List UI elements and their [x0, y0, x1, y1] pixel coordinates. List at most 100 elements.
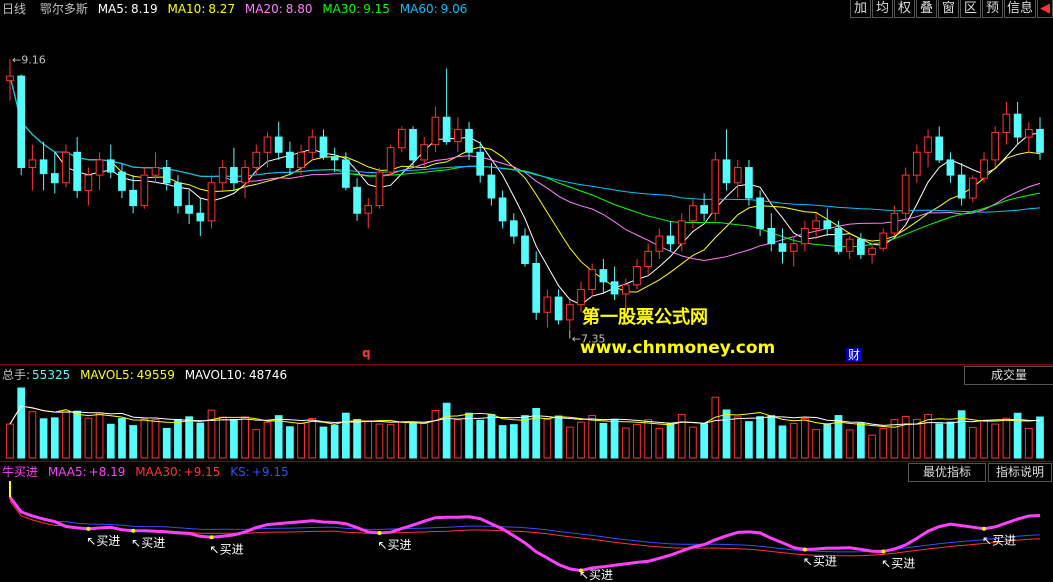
watermark-title: 第一股票公式网: [582, 307, 708, 328]
volume-bar: [991, 423, 1000, 459]
toolbar-rights-button[interactable]: 权: [894, 0, 915, 18]
volume-bar: [442, 402, 451, 459]
volume-bar: [857, 422, 865, 459]
candle-body: [599, 269, 608, 283]
volume-bar: [397, 421, 406, 459]
toolbar-info-button[interactable]: 信息: [1004, 0, 1036, 18]
indicator-help-button[interactable]: 指标说明: [988, 463, 1052, 482]
volume-bar: [935, 423, 944, 459]
candle-body: [498, 197, 507, 222]
stock-name: 鄂尔多斯: [39, 2, 88, 16]
candle-body: [901, 174, 910, 214]
volume-bar: [174, 418, 182, 459]
volume-bar: [722, 409, 731, 459]
volume-bar: [1024, 427, 1033, 459]
volume-bar: [521, 415, 529, 459]
volume-bar: [655, 427, 664, 459]
candle-body: [946, 159, 955, 176]
volume-bar: [946, 421, 955, 459]
volume-bar: [409, 422, 417, 459]
q-marker[interactable]: q: [362, 346, 371, 360]
volume-tab[interactable]: 成交量: [964, 366, 1053, 385]
toolbar-range-button[interactable]: 区: [960, 0, 981, 18]
candle-body: [845, 238, 854, 252]
volume-bar: [577, 421, 585, 459]
candle-body: [565, 304, 574, 321]
candle-body: [633, 266, 641, 286]
candle-body: [442, 116, 451, 143]
volume-bar: [868, 434, 876, 459]
ks-readout: KS: +9.15: [230, 465, 289, 479]
optimal-indicator-button[interactable]: 最优指标: [908, 463, 986, 482]
price-chart: ←9.16←7.35: [6, 53, 1044, 346]
volume-bar: [677, 413, 686, 459]
candle-body: [263, 136, 272, 153]
buy-signal-label: ↖买进: [982, 534, 1016, 548]
volume-bar: [6, 423, 14, 459]
candle-body: [644, 250, 653, 268]
candle-body: [162, 167, 171, 184]
buy-signal-dot: [881, 549, 886, 554]
volume-bar: [129, 425, 138, 459]
volume-bar: [845, 429, 854, 459]
buy-signal-dot: [209, 535, 214, 540]
ma10-readout: MA10: 8.27: [167, 2, 236, 16]
panel-divider-2: [0, 461, 1053, 462]
candle-body: [521, 235, 529, 265]
toolbar-add-button[interactable]: 加: [850, 0, 871, 18]
buy-signal-label: ↖买进: [579, 568, 613, 582]
candle-body: [106, 159, 115, 173]
candle-body: [342, 159, 350, 188]
volume-bar: [308, 417, 317, 459]
candle-body: [532, 263, 541, 313]
volume-bar: [207, 409, 216, 459]
candle-body: [554, 296, 563, 321]
candle-body: [364, 205, 373, 214]
volume-bar: [1036, 416, 1044, 459]
finance-marker[interactable]: 财: [846, 348, 863, 362]
volume-bar: [879, 428, 888, 459]
toolbar-collapse-arrow-icon[interactable]: ◀: [1037, 0, 1053, 18]
candle-body: [610, 281, 619, 295]
volume-bar: [252, 429, 261, 459]
candle-body: [196, 212, 205, 222]
header-bar: 日线 鄂尔多斯 MA5: 8.19 MA10: 8.27 MA20: 8.80 MA3…: [0, 0, 473, 18]
toolbar-overlay-button[interactable]: 叠: [916, 0, 937, 18]
toolbar-average-button[interactable]: 均: [872, 0, 893, 18]
candle-body: [409, 128, 417, 161]
candle-body: [543, 296, 552, 313]
candle-body: [756, 197, 764, 229]
candle-body: [330, 156, 339, 161]
volume-bar: [118, 418, 126, 459]
volume-bar: [767, 415, 776, 459]
candle-body: [700, 205, 708, 214]
candle-body: [655, 235, 664, 252]
candle-body: [140, 174, 149, 207]
volume-bar: [901, 415, 910, 459]
toolbar-forecast-button[interactable]: 预: [982, 0, 1003, 18]
candle-body: [677, 220, 686, 245]
buy-signal-label: ↖买进: [131, 536, 165, 550]
candle-body: [129, 189, 138, 207]
candle-body: [1036, 128, 1044, 153]
toolbar-window-button[interactable]: 窗: [938, 0, 959, 18]
volume-bar: [263, 421, 272, 459]
ma60-readout: MA60: 9.06: [399, 2, 468, 16]
volume-bar: [689, 426, 697, 459]
candle-body: [912, 151, 921, 176]
candle-body: [397, 128, 406, 149]
candle-body: [420, 144, 429, 161]
ma5-readout: MA5: 8.19: [97, 2, 158, 16]
candle-body: [778, 243, 787, 252]
volume-bar: [241, 416, 249, 459]
candle-body: [879, 232, 888, 249]
volume-bar: [196, 422, 205, 459]
volume-bar: [330, 424, 339, 459]
candle-body: [73, 151, 82, 191]
candlesticks: [6, 59, 1044, 331]
ma60-line: [9, 75, 1041, 213]
candle-body: [957, 174, 966, 199]
candle-body: [487, 174, 496, 199]
volume-bar: [633, 424, 641, 459]
panel-divider: [0, 364, 1053, 365]
